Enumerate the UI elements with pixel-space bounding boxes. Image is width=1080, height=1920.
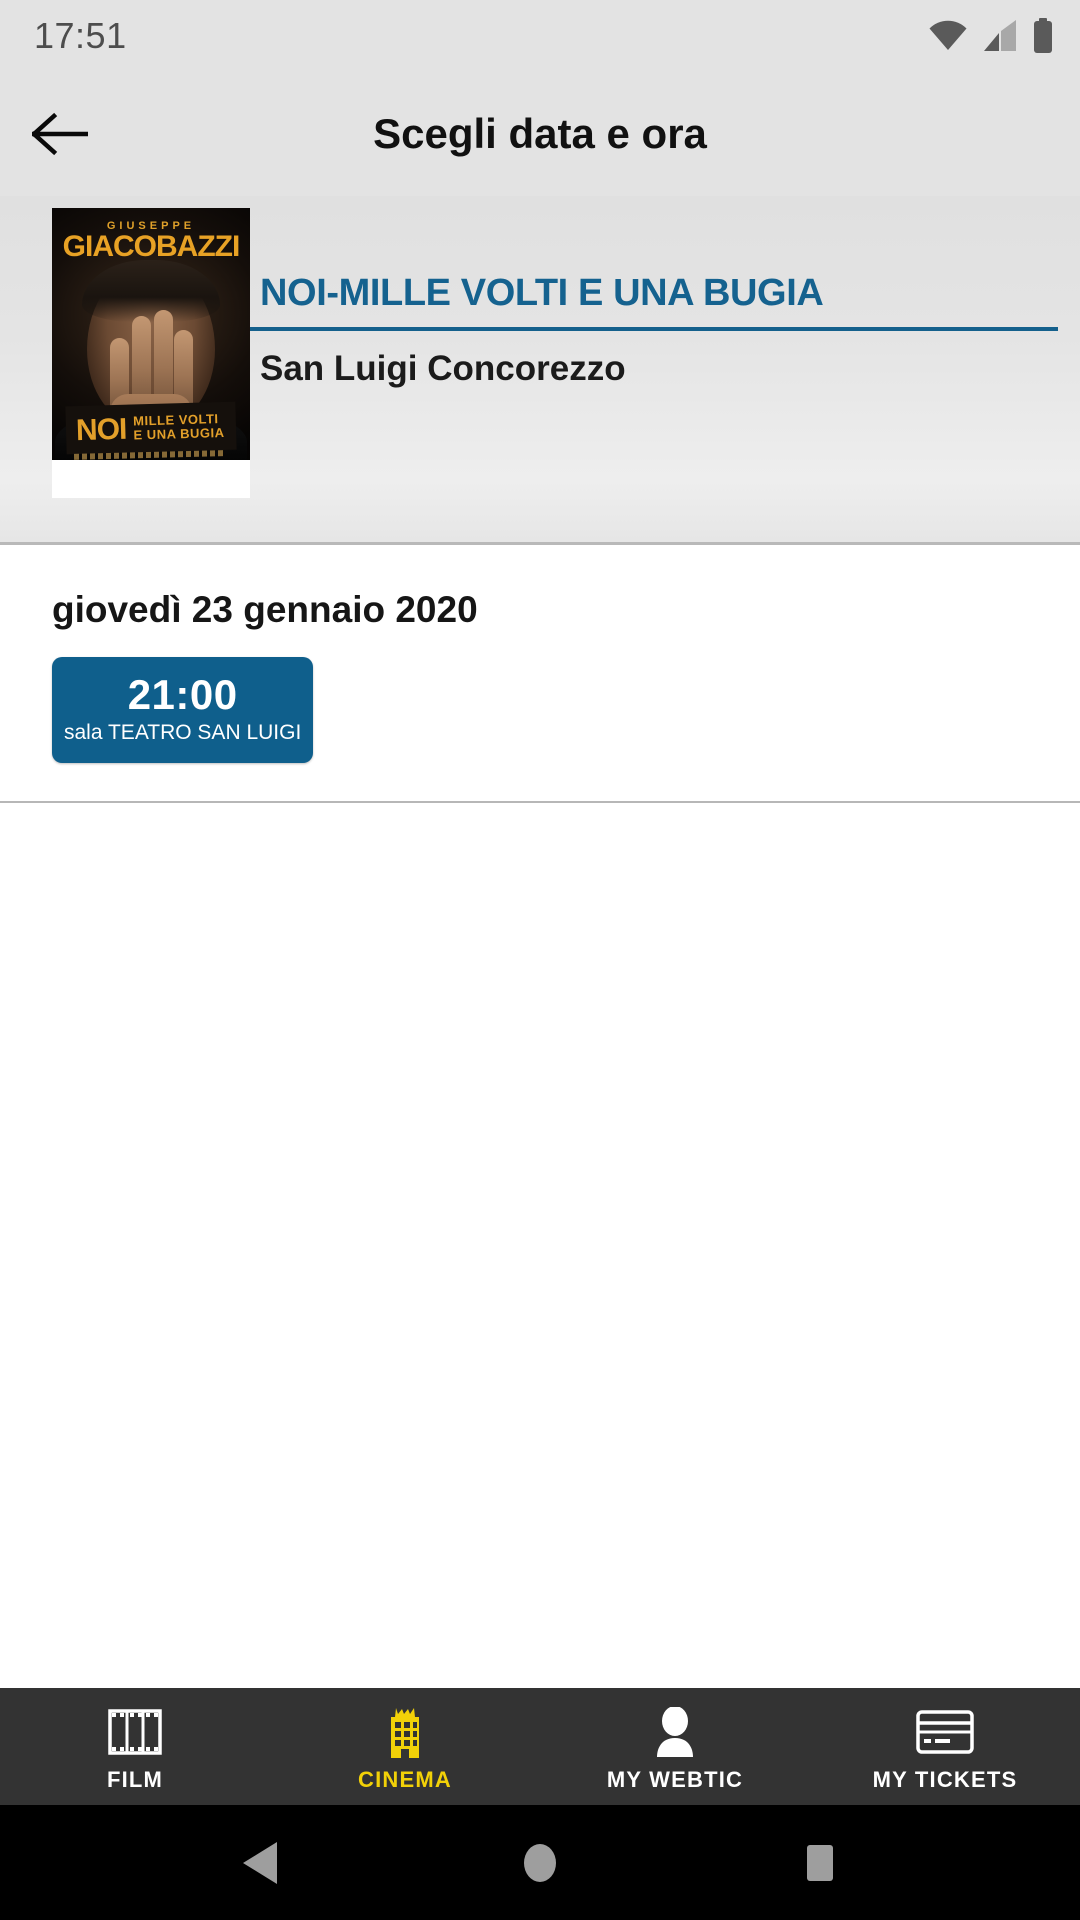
page-title: Scegli data e ora (373, 110, 707, 157)
arrow-left-icon (32, 111, 88, 157)
app-bar: Scegli data e ora (0, 72, 1080, 196)
android-home-button[interactable] (480, 1805, 600, 1920)
credit-card-icon (916, 1707, 974, 1757)
bottom-tab-bar: FILM CINEMA MY WEBTIC MY TICKETS (0, 1688, 1080, 1805)
poster-artwork: GIUSEPPE GIACOBAZZI NOI MILLE VOLTI E UN… (52, 208, 250, 460)
battery-icon (1032, 18, 1054, 54)
tab-film-label: FILM (106, 1766, 164, 1792)
cinema-building-icon (380, 1707, 430, 1758)
showtime-hour: 21:00 (127, 671, 238, 718)
tab-my-webtic[interactable]: MY WEBTIC (540, 1688, 810, 1805)
tab-my-tickets-label: MY TICKETS (872, 1766, 1018, 1792)
showtime-chip-row: 21:00 sala TEATRO SAN LUIGI (0, 657, 1080, 764)
poster-subtitle-line-2: E UNA BUGIA (133, 424, 225, 443)
wifi-icon (928, 20, 968, 52)
poster-show-word: NOI (75, 412, 127, 447)
person-icon (652, 1706, 698, 1757)
android-navigation-bar (0, 1805, 1080, 1920)
showtimes-list: giovedì 23 gennaio 2020 21:00 sala TEATR… (0, 545, 1080, 1688)
poster-subtitle-lines: MILLE VOLTI E UNA BUGIA (133, 411, 225, 443)
movie-info: NOI-MILLE VOLTI E UNA BUGIA San Luigi Co… (250, 196, 1080, 389)
tab-my-webtic-label: MY WEBTIC (606, 1766, 744, 1792)
date-group: giovedì 23 gennaio 2020 21:00 sala TEATR… (0, 545, 1080, 804)
triangle-back-icon (239, 1840, 281, 1886)
movie-poster[interactable]: GIUSEPPE GIACOBAZZI NOI MILLE VOLTI E UN… (52, 208, 250, 498)
tab-my-tickets[interactable]: MY TICKETS (810, 1688, 1080, 1805)
circle-home-icon (519, 1840, 561, 1886)
showtime-chip[interactable]: 21:00 sala TEATRO SAN LUIGI (52, 657, 314, 764)
poster-artist-last-name: GIACOBAZZI (62, 230, 241, 263)
status-clock: 17:51 (34, 15, 127, 56)
poster-title-banner: NOI MILLE VOLTI E UNA BUGIA (65, 401, 237, 455)
film-strip-icon (108, 1707, 162, 1757)
cellular-signal-icon (982, 20, 1018, 52)
app-screen: 17:51 Scegli data e ora GIUSEPPE GIACOBA… (0, 0, 1080, 1920)
tab-film[interactable]: FILM (0, 1688, 270, 1805)
showtime-hall: sala TEATRO SAN LUIGI (64, 721, 302, 745)
android-back-button[interactable] (200, 1805, 320, 1920)
status-bar: 17:51 (0, 0, 1080, 72)
movie-venue: San Luigi Concorezzo (260, 349, 626, 388)
showtime-date-label: giovedì 23 gennaio 2020 (52, 589, 478, 630)
tab-cinema[interactable]: CINEMA (270, 1688, 540, 1805)
movie-title: NOI-MILLE VOLTI E UNA BUGIA (250, 272, 1058, 331)
tab-cinema-label: CINEMA (358, 1766, 452, 1792)
android-recents-button[interactable] (760, 1805, 880, 1920)
back-button[interactable] (0, 72, 120, 196)
square-recents-icon (799, 1840, 841, 1886)
movie-header-card[interactable]: GIUSEPPE GIACOBAZZI NOI MILLE VOLTI E UN… (0, 196, 1080, 545)
status-icon-group (928, 18, 1054, 54)
